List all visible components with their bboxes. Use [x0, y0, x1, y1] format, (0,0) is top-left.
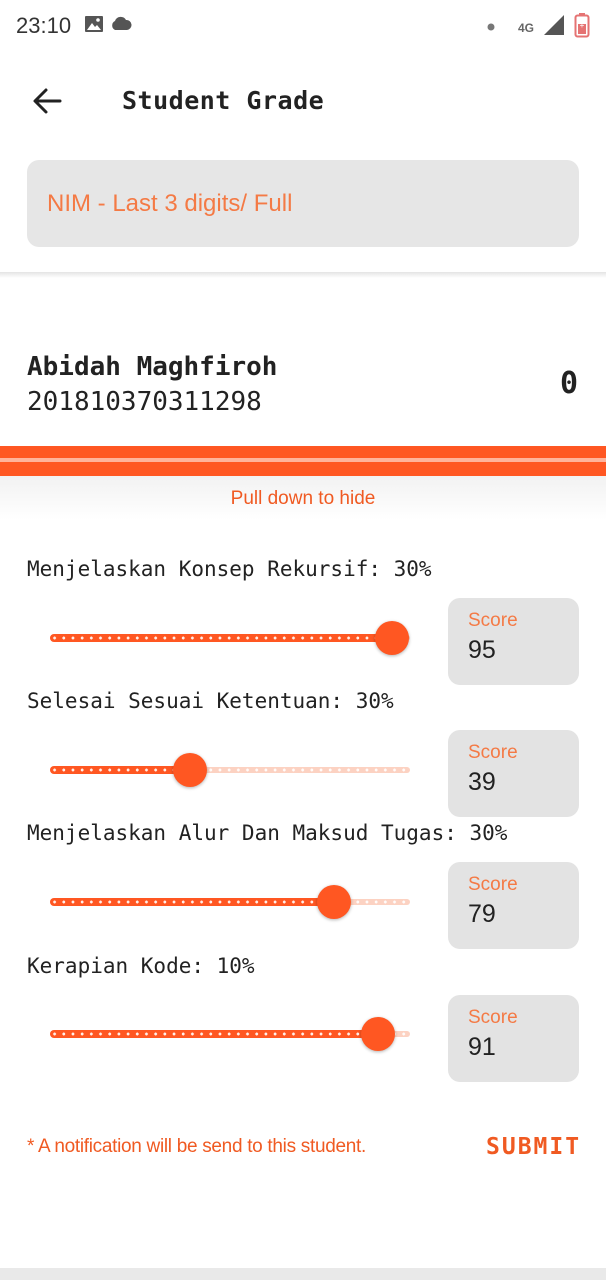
slider-thumb[interactable] — [361, 1017, 395, 1051]
score-field-label: Score — [468, 742, 518, 763]
notification-notice: * A notification will be send to this st… — [27, 1136, 366, 1157]
status-bar: 23:10 4G + — [0, 0, 606, 52]
score-field-label: Score — [468, 610, 518, 631]
arrow-back-icon — [32, 87, 62, 120]
slider-thumb[interactable] — [317, 885, 351, 919]
header-divider — [0, 272, 606, 278]
score-slider[interactable] — [50, 750, 410, 790]
slider-thumb[interactable] — [375, 621, 409, 655]
total-score: 0 — [559, 366, 578, 401]
pull-hint: Pull down to hide — [230, 488, 376, 509]
score-value: 39 — [468, 768, 496, 796]
score-field[interactable]: Score 95 — [448, 598, 579, 685]
gallery-icon — [84, 14, 104, 39]
app-bar: Student Grade — [0, 52, 606, 152]
criterion-label: Menjelaskan Konsep Rekursif: 30% — [27, 557, 432, 581]
battery-icon: + — [574, 12, 590, 43]
handle-line — [0, 458, 606, 462]
page-title: Student Grade — [122, 86, 325, 115]
score-field-label: Score — [468, 1007, 518, 1028]
submit-button[interactable]: SUBMIT — [486, 1134, 581, 1160]
slider-thumb[interactable] — [173, 753, 207, 787]
bottom-edge — [0, 1268, 606, 1280]
slider-ticks — [50, 767, 410, 773]
svg-text:+: + — [580, 21, 585, 30]
criterion-label: Selesai Sesuai Ketentuan: 30% — [27, 689, 394, 713]
student-name: Abidah Maghfiroh — [27, 352, 278, 382]
score-value: 91 — [468, 1033, 496, 1061]
score-slider[interactable] — [50, 1014, 410, 1054]
criterion-label: Kerapian Kode: 10% — [27, 954, 255, 978]
status-time: 23:10 — [16, 13, 72, 38]
back-button[interactable] — [26, 82, 68, 124]
score-field[interactable]: Score 39 — [448, 730, 579, 817]
score-field[interactable]: Score 79 — [448, 862, 579, 949]
nim-search-input[interactable] — [27, 160, 579, 247]
slider-ticks — [50, 635, 410, 641]
notification-dot-icon — [486, 19, 496, 37]
criterion-label: Menjelaskan Alur Dan Maksud Tugas: 30% — [27, 821, 508, 845]
slider-ticks — [50, 899, 410, 905]
student-nim: 201810370311298 — [27, 387, 262, 417]
score-value: 95 — [468, 636, 496, 664]
cloud-icon — [109, 14, 133, 39]
score-slider[interactable] — [50, 882, 410, 922]
score-value: 79 — [468, 900, 496, 928]
score-slider[interactable] — [50, 618, 410, 658]
score-field[interactable]: Score 91 — [448, 995, 579, 1082]
network-type: 4G — [517, 20, 534, 35]
score-field-label: Score — [468, 874, 518, 895]
signal-icon — [542, 13, 566, 42]
slider-ticks — [50, 1031, 410, 1037]
